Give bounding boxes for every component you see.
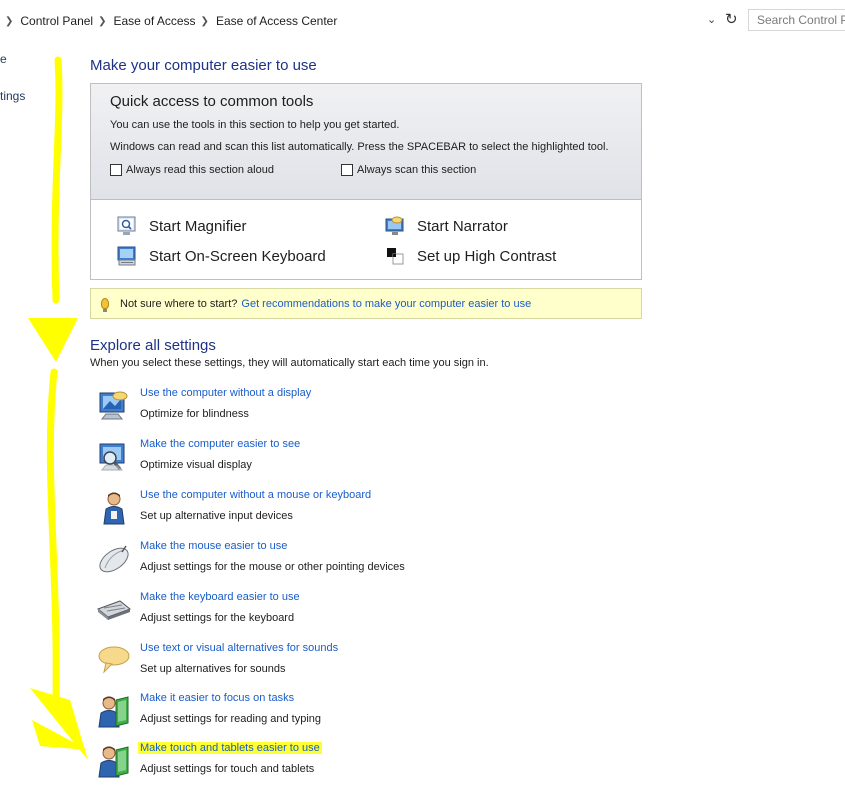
annotation-arrows: [28, 56, 88, 760]
arrow-shaft-lower: [46, 368, 60, 704]
arrow-head-upper: [28, 318, 78, 362]
arrow-shaft-upper: [51, 56, 63, 304]
